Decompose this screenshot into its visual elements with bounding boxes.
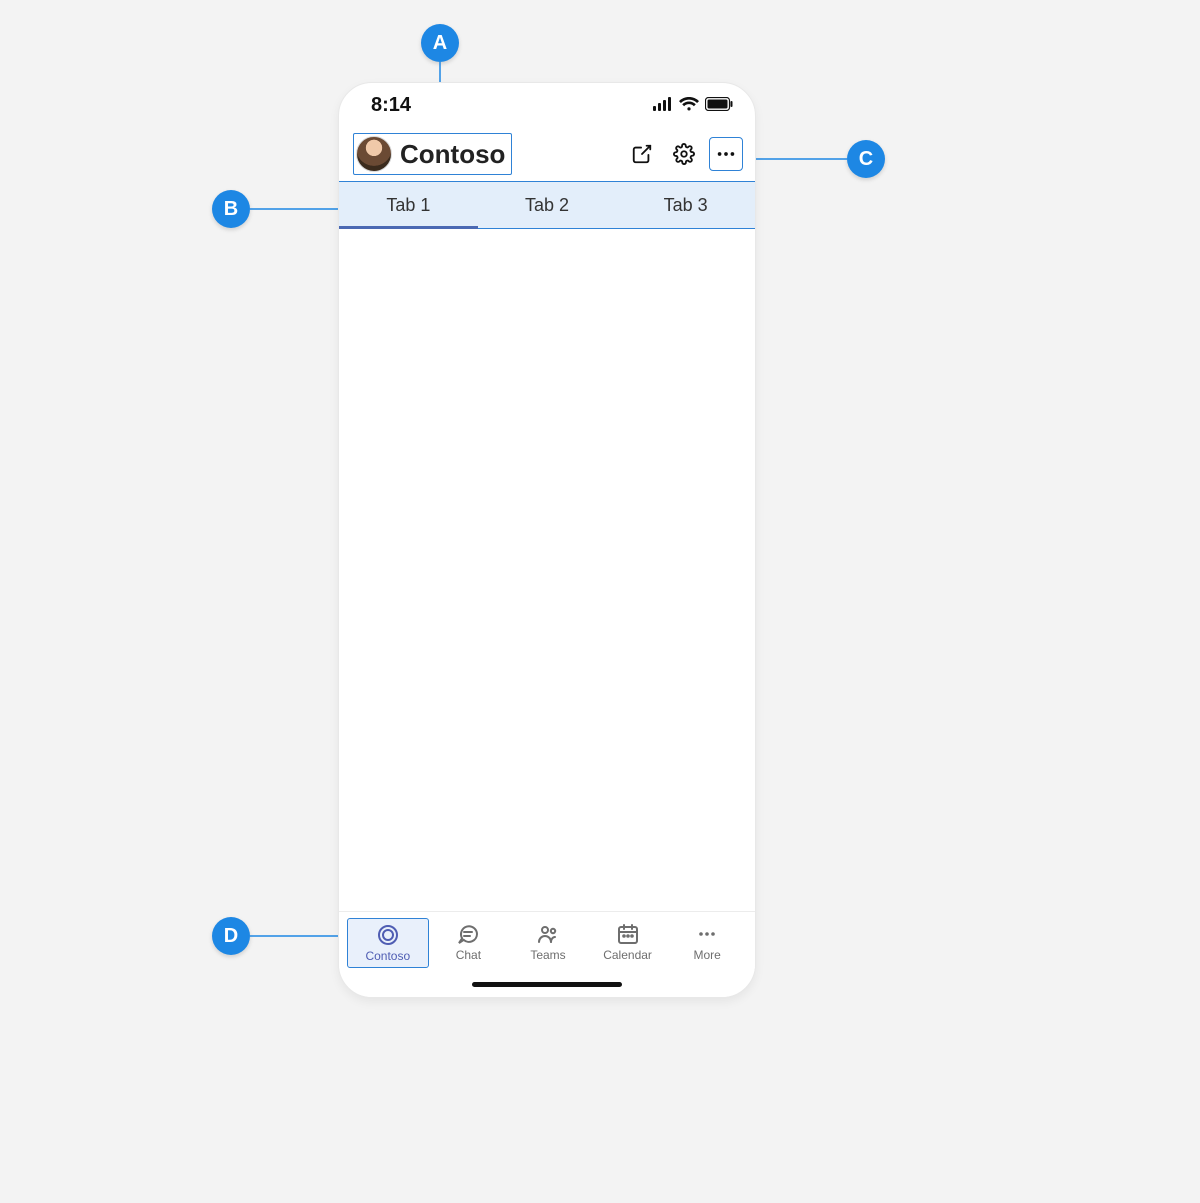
gear-icon	[673, 143, 695, 165]
callout-c-label: C	[859, 148, 873, 171]
chat-icon	[456, 922, 480, 946]
avatar[interactable]	[356, 136, 392, 172]
tab-1[interactable]: Tab 1	[339, 182, 478, 228]
callout-d: D	[212, 917, 250, 955]
callout-a: A	[421, 24, 459, 62]
nav-item-calendar[interactable]: Calendar	[588, 918, 668, 968]
app-title: Contoso	[400, 139, 505, 170]
callout-b-label: B	[224, 198, 238, 221]
open-external-button[interactable]	[625, 137, 659, 171]
nav-item-contoso-label: Contoso	[365, 949, 410, 963]
bottom-nav: Contoso Chat Teams	[339, 911, 755, 997]
nav-item-chat-label: Chat	[456, 948, 481, 962]
callout-b: B	[212, 190, 250, 228]
callout-a-label: A	[433, 32, 447, 55]
header-title-group[interactable]: Contoso	[353, 133, 512, 175]
tab-2[interactable]: Tab 2	[478, 182, 617, 228]
nav-item-more-label: More	[694, 948, 721, 962]
battery-icon	[705, 94, 733, 117]
contoso-icon	[376, 923, 400, 947]
teams-icon	[536, 922, 560, 946]
cellular-icon	[653, 94, 673, 117]
callout-c: C	[847, 140, 885, 178]
settings-button[interactable]	[667, 137, 701, 171]
tab-2-label: Tab 2	[525, 195, 569, 216]
wifi-icon	[679, 94, 699, 117]
app-header: Contoso	[339, 127, 755, 181]
home-indicator	[472, 982, 622, 987]
nav-item-contoso[interactable]: Contoso	[347, 918, 429, 968]
more-button[interactable]	[709, 137, 743, 171]
tab-3-label: Tab 3	[664, 195, 708, 216]
tab-3[interactable]: Tab 3	[616, 182, 755, 228]
phone-frame: 8:14 Contoso	[338, 82, 756, 998]
more-nav-icon	[695, 922, 719, 946]
status-bar: 8:14	[339, 83, 755, 127]
nav-item-more[interactable]: More	[667, 918, 747, 968]
nav-item-teams-label: Teams	[530, 948, 565, 962]
callout-d-label: D	[224, 925, 238, 948]
nav-item-calendar-label: Calendar	[603, 948, 652, 962]
tab-1-label: Tab 1	[386, 195, 430, 216]
open-external-icon	[631, 143, 653, 165]
status-time: 8:14	[371, 94, 411, 117]
nav-item-teams[interactable]: Teams	[508, 918, 588, 968]
more-icon	[715, 143, 737, 165]
nav-item-chat[interactable]: Chat	[429, 918, 509, 968]
tab-bar: Tab 1 Tab 2 Tab 3	[339, 181, 755, 229]
content-area	[339, 229, 755, 911]
calendar-icon	[616, 922, 640, 946]
